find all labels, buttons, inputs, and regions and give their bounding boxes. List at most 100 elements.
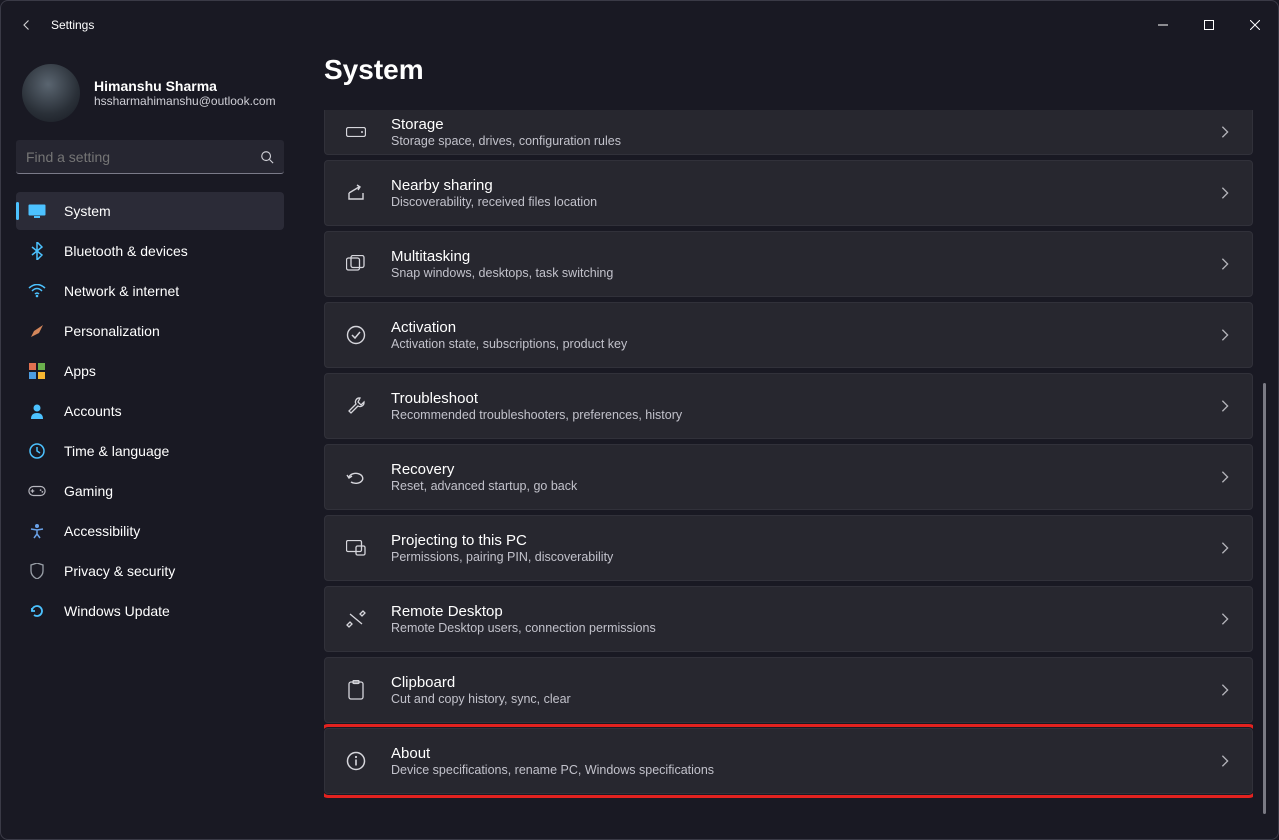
chevron-right-icon [1218, 125, 1232, 139]
nav-item-label: Accounts [64, 403, 122, 419]
nav-item-label: System [64, 203, 111, 219]
profile-name: Himanshu Sharma [94, 78, 276, 94]
close-button[interactable] [1232, 9, 1278, 41]
minimize-icon [1158, 20, 1168, 30]
setting-item-body: Nearby sharing Discoverability, received… [391, 177, 1218, 209]
nav-item-label: Accessibility [64, 523, 140, 539]
nav-item-system[interactable]: System [16, 192, 284, 230]
setting-item-storage[interactable]: Storage Storage space, drives, configura… [324, 110, 1253, 155]
nav-item-personalization[interactable]: Personalization [16, 312, 284, 350]
setting-item-projecting-to-this-pc[interactable]: Projecting to this PC Permissions, pairi… [324, 515, 1253, 581]
search-icon [260, 150, 274, 164]
setting-item-about[interactable]: About Device specifications, rename PC, … [324, 728, 1253, 794]
page-title: System [324, 54, 1269, 86]
bluetooth-icon [28, 242, 46, 260]
info-icon [345, 750, 367, 772]
nav-item-label: Network & internet [64, 283, 179, 299]
titlebar: Settings [1, 1, 1278, 49]
setting-item-nearby-sharing[interactable]: Nearby sharing Discoverability, received… [324, 160, 1253, 226]
chevron-right-icon [1218, 754, 1232, 768]
chevron-right-icon [1218, 186, 1232, 200]
update-icon [28, 602, 46, 620]
gamepad-icon [28, 482, 46, 500]
setting-item-sub: Snap windows, desktops, task switching [391, 266, 1218, 280]
setting-item-title: Clipboard [391, 674, 1218, 691]
nav-item-label: Gaming [64, 483, 113, 499]
setting-item-sub: Activation state, subscriptions, product… [391, 337, 1218, 351]
nav-item-apps[interactable]: Apps [16, 352, 284, 390]
setting-item-sub: Reset, advanced startup, go back [391, 479, 1218, 493]
setting-item-body: Remote Desktop Remote Desktop users, con… [391, 603, 1218, 635]
setting-item-troubleshoot[interactable]: Troubleshoot Recommended troubleshooters… [324, 373, 1253, 439]
setting-item-multitasking[interactable]: Multitasking Snap windows, desktops, tas… [324, 231, 1253, 297]
setting-item-body: About Device specifications, rename PC, … [391, 745, 1218, 777]
maximize-button[interactable] [1186, 9, 1232, 41]
nav-item-bluetooth-devices[interactable]: Bluetooth & devices [16, 232, 284, 270]
setting-item-title: Projecting to this PC [391, 532, 1218, 549]
chevron-right-icon [1218, 470, 1232, 484]
search-input[interactable] [26, 149, 260, 165]
setting-item-recovery[interactable]: Recovery Reset, advanced startup, go bac… [324, 444, 1253, 510]
setting-item-body: Storage Storage space, drives, configura… [391, 116, 1218, 148]
clock-icon [28, 442, 46, 460]
window-title: Settings [51, 18, 94, 32]
search-box[interactable] [16, 140, 284, 174]
close-icon [1250, 20, 1260, 30]
storage-icon [345, 121, 367, 143]
setting-item-body: Clipboard Cut and copy history, sync, cl… [391, 674, 1218, 706]
nav-item-network-internet[interactable]: Network & internet [16, 272, 284, 310]
chevron-right-icon [1218, 541, 1232, 555]
setting-item-title: Troubleshoot [391, 390, 1218, 407]
nav-item-accounts[interactable]: Accounts [16, 392, 284, 430]
share-icon [345, 182, 367, 204]
setting-item-sub: Storage space, drives, configuration rul… [391, 134, 1218, 148]
sidebar: Himanshu Sharma hssharmahimanshu@outlook… [0, 48, 300, 632]
check-circle-icon [345, 324, 367, 346]
nav-item-label: Bluetooth & devices [64, 243, 188, 259]
setting-item-title: Activation [391, 319, 1218, 336]
chevron-right-icon [1218, 612, 1232, 626]
maximize-icon [1204, 20, 1214, 30]
setting-item-sub: Recommended troubleshooters, preferences… [391, 408, 1218, 422]
setting-item-title: Recovery [391, 461, 1218, 478]
profile-email: hssharmahimanshu@outlook.com [94, 94, 276, 108]
setting-item-body: Troubleshoot Recommended troubleshooters… [391, 390, 1218, 422]
back-button[interactable] [21, 19, 33, 31]
setting-item-body: Activation Activation state, subscriptio… [391, 319, 1218, 351]
scrollbar-thumb[interactable] [1263, 383, 1266, 814]
nav-item-windows-update[interactable]: Windows Update [16, 592, 284, 630]
setting-item-sub: Cut and copy history, sync, clear [391, 692, 1218, 706]
wrench-icon [345, 395, 367, 417]
minimize-button[interactable] [1140, 9, 1186, 41]
chevron-right-icon [1218, 399, 1232, 413]
remote-icon [345, 608, 367, 630]
setting-item-body: Multitasking Snap windows, desktops, tas… [391, 248, 1218, 280]
setting-item-title: Storage [391, 116, 1218, 133]
nav-item-accessibility[interactable]: Accessibility [16, 512, 284, 550]
nav-item-label: Apps [64, 363, 96, 379]
clipboard-icon [345, 679, 367, 701]
window-controls [1140, 9, 1278, 41]
nav-item-privacy-security[interactable]: Privacy & security [16, 552, 284, 590]
setting-item-sub: Discoverability, received files location [391, 195, 1218, 209]
apps-icon [28, 362, 46, 380]
shield-icon [28, 562, 46, 580]
chevron-right-icon [1218, 683, 1232, 697]
setting-item-clipboard[interactable]: Clipboard Cut and copy history, sync, cl… [324, 657, 1253, 723]
nav-item-gaming[interactable]: Gaming [16, 472, 284, 510]
nav-item-label: Time & language [64, 443, 169, 459]
scrollbar[interactable] [1263, 110, 1266, 828]
person-icon [28, 402, 46, 420]
nav-item-label: Privacy & security [64, 563, 175, 579]
nav-item-time-language[interactable]: Time & language [16, 432, 284, 470]
setting-item-title: About [391, 745, 1218, 762]
wifi-icon [28, 282, 46, 300]
profile-block[interactable]: Himanshu Sharma hssharmahimanshu@outlook… [22, 64, 284, 122]
avatar [22, 64, 80, 122]
setting-item-activation[interactable]: Activation Activation state, subscriptio… [324, 302, 1253, 368]
brush-icon [28, 322, 46, 340]
setting-item-remote-desktop[interactable]: Remote Desktop Remote Desktop users, con… [324, 586, 1253, 652]
back-arrow-icon [21, 19, 33, 31]
setting-item-title: Multitasking [391, 248, 1218, 265]
setting-item-title: Remote Desktop [391, 603, 1218, 620]
